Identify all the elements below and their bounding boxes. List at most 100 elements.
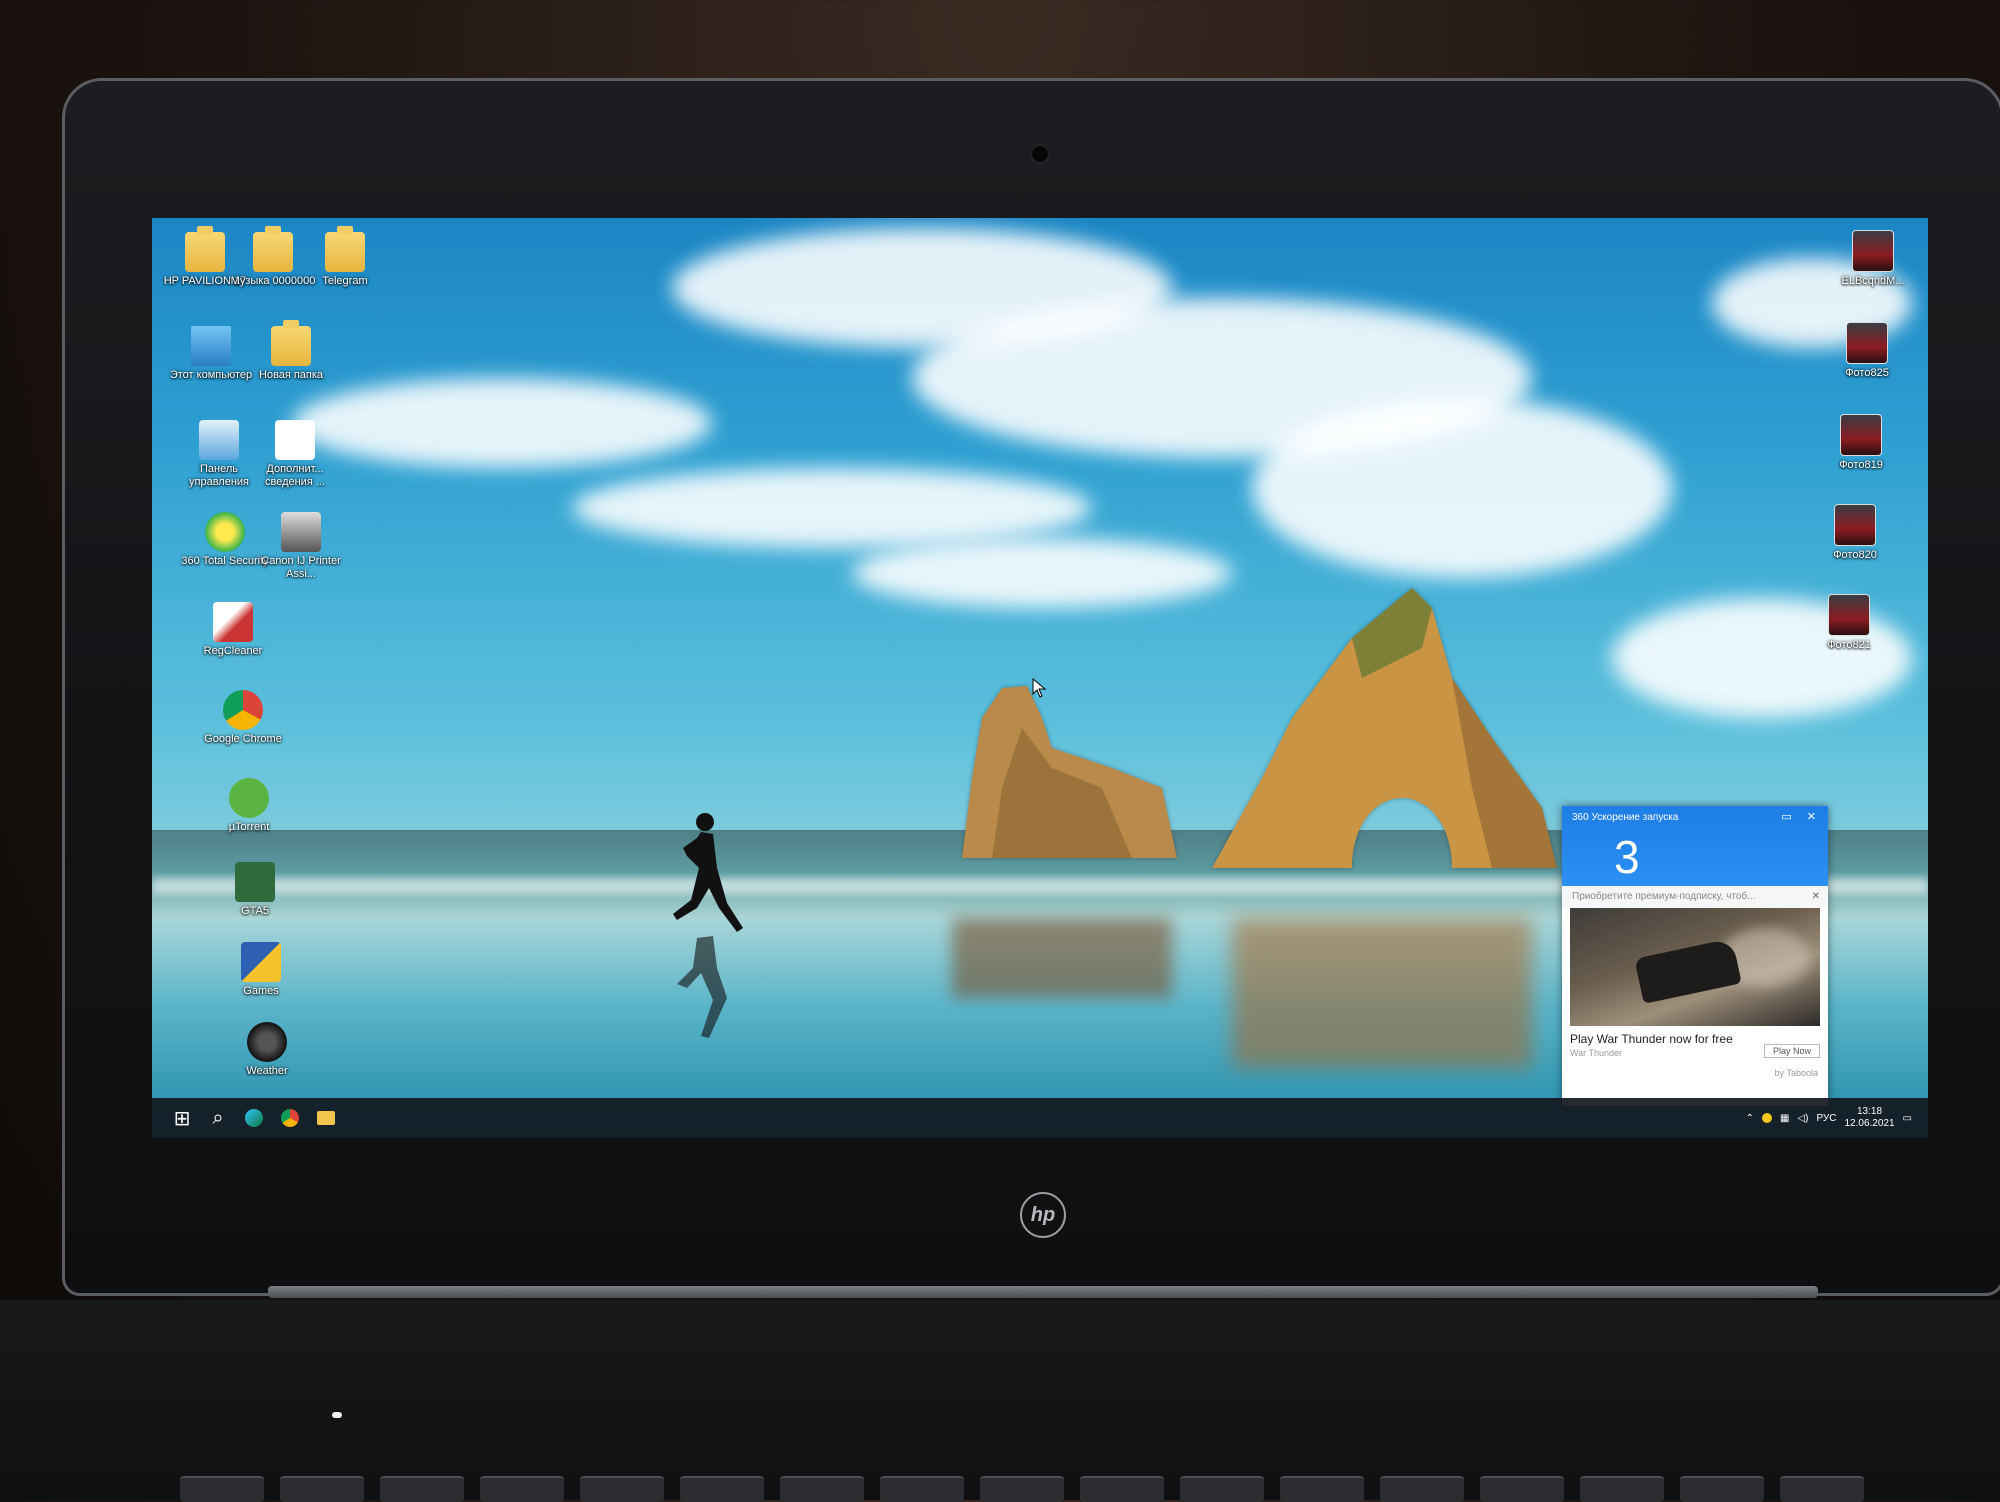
- keyboard-key: [280, 1476, 364, 1502]
- play-now-button[interactable]: Play Now: [1763, 1044, 1820, 1058]
- notification-popup[interactable]: 360 Ускорение запуска ▭ ✕ 3 Приобретите …: [1562, 806, 1828, 1106]
- games-icon: [241, 942, 281, 982]
- desktop-icon-label: µTorrent: [228, 821, 270, 833]
- desktop-icon-label: Дополнит... сведения ...: [264, 463, 326, 488]
- cloud: [852, 538, 1232, 608]
- clock-time: 13:18: [1857, 1106, 1883, 1117]
- weather-icon: [247, 1022, 287, 1062]
- rock-small: [962, 686, 1177, 858]
- utorrent-icon: [229, 778, 269, 818]
- desktop-icon-label: Google Chrome: [204, 733, 282, 745]
- keyboard-key: [380, 1476, 464, 1502]
- keyboard-key: [1780, 1476, 1864, 1502]
- folder-icon: [271, 320, 311, 366]
- ad-source: War Thunder Play Now: [1562, 1044, 1828, 1058]
- windows-start-icon[interactable]: ⊞: [164, 1098, 200, 1138]
- desktop-icon-gta5[interactable]: GTA5: [210, 862, 300, 918]
- popup-subtitle: Приобретите премиум-подписку, чтоб...: [1572, 891, 1756, 902]
- control-panel-icon: [199, 420, 239, 460]
- printer-tools-icon: [281, 512, 321, 552]
- image-file-icon: [1846, 322, 1888, 364]
- desktop-icon-label: Telegram: [322, 275, 368, 287]
- desktop-icon-games[interactable]: Games: [216, 942, 306, 998]
- keyboard-key: [580, 1476, 664, 1502]
- volume-icon[interactable]: ◁): [1797, 1113, 1808, 1124]
- desktop-icon-foto821[interactable]: Фото821: [1804, 594, 1894, 652]
- rock-reflection: [1232, 918, 1532, 1068]
- cloud: [292, 378, 712, 468]
- tray-app-icon[interactable]: [1761, 1113, 1772, 1123]
- desktop-screen: HP PAVILION 17 Музыка 0000000 Telegram Э…: [152, 218, 1928, 1138]
- language-indicator[interactable]: РУС: [1816, 1113, 1836, 1124]
- chrome-icon[interactable]: [272, 1098, 308, 1138]
- keyboard-key: [180, 1476, 264, 1502]
- keyboard-key: [980, 1476, 1064, 1502]
- cloud: [572, 468, 1092, 548]
- keyboard-key: [480, 1476, 564, 1502]
- keyboard-key: [1180, 1476, 1264, 1502]
- image-file-icon: [1828, 594, 1870, 636]
- folder-icon: [185, 226, 225, 272]
- shield-plus-icon: [205, 512, 245, 552]
- chrome-shortcut-icon: [275, 420, 315, 460]
- desktop-icon-label: Этот компьютер: [169, 369, 253, 381]
- desktop-icon-label: Новая папка: [258, 369, 324, 381]
- chrome-icon: [223, 690, 263, 730]
- desktop-icon-extra-info[interactable]: Дополнит... сведения ...: [250, 420, 340, 489]
- desktop-icon-utorrent[interactable]: µTorrent: [204, 778, 294, 834]
- desktop-icon-regcleaner[interactable]: RegCleaner: [188, 602, 278, 658]
- system-tray: ⌃ ▦ ◁) РУС 13:18 12.06.2021 ▭: [1746, 1106, 1928, 1130]
- desktop-icon-chrome[interactable]: Google Chrome: [198, 690, 288, 746]
- desktop-icon-canon[interactable]: Canon IJ Printer Assi...: [256, 512, 346, 581]
- runner-silhouette: [673, 813, 743, 1038]
- regcleaner-icon: [213, 602, 253, 642]
- keyboard-key: [680, 1476, 764, 1502]
- keyboard-key: [1080, 1476, 1164, 1502]
- close-icon[interactable]: ✕: [1812, 886, 1820, 908]
- ad-image[interactable]: [1570, 908, 1820, 1026]
- desktop-icon-new-folder[interactable]: Новая папка: [246, 320, 336, 382]
- desktop-icon-foto819[interactable]: Фото819: [1816, 414, 1906, 472]
- hp-logo: hp: [1020, 1192, 1066, 1238]
- keyboard-deck: [0, 1300, 2000, 1500]
- desktop-icon-foto825[interactable]: Фото825: [1822, 322, 1912, 380]
- cloud: [1252, 398, 1672, 578]
- desktop-icon-telegram[interactable]: Telegram: [300, 226, 390, 288]
- popup-header: 360 Ускорение запуска ▭ ✕ 3: [1562, 806, 1828, 886]
- folder-icon: [325, 226, 365, 272]
- popup-window-controls[interactable]: ▭ ✕: [1781, 810, 1822, 823]
- desktop-icon-label: Canon IJ Printer Assi...: [261, 555, 341, 580]
- desktop-icon-this-pc[interactable]: Этот компьютер: [166, 326, 256, 382]
- clock[interactable]: 13:18 12.06.2021: [1844, 1106, 1894, 1130]
- keyboard-key: [1480, 1476, 1564, 1502]
- rock-reflection: [952, 918, 1172, 998]
- image-file-icon: [1852, 230, 1894, 272]
- webcam-icon: [1030, 144, 1050, 164]
- chevron-up-icon[interactable]: ⌃: [1746, 1113, 1754, 1124]
- search-icon[interactable]: ⌕: [200, 1098, 236, 1138]
- desktop-icon-weather[interactable]: Weather: [222, 1022, 312, 1078]
- desktop-icon-label: Панель управления: [189, 463, 249, 488]
- mouse-cursor-icon: [1032, 678, 1046, 698]
- popup-count: 3: [1614, 831, 1640, 883]
- rock-arch: [1212, 588, 1557, 868]
- network-icon[interactable]: ▦: [1780, 1113, 1789, 1124]
- desktop-icon-label: RegCleaner: [203, 645, 263, 657]
- gta-icon: [235, 862, 275, 902]
- ad-provider: by Taboola: [1774, 1068, 1818, 1078]
- notifications-icon[interactable]: ▭: [1903, 1113, 1912, 1124]
- file-explorer-icon[interactable]: [308, 1098, 344, 1138]
- edge-icon[interactable]: [236, 1098, 272, 1138]
- desktop-icon-label: Фото820: [1833, 549, 1877, 561]
- clock-date: 12.06.2021: [1844, 1118, 1895, 1129]
- desktop-icon-label: Фото819: [1839, 459, 1883, 471]
- popup-subtitle-bar: Приобретите премиум-подписку, чтоб... ✕: [1562, 886, 1828, 908]
- desktop-icon-label: ELBcqndM...: [1841, 275, 1905, 287]
- folder-icon: [253, 226, 293, 272]
- desktop-icon-foto820[interactable]: Фото820: [1810, 504, 1900, 562]
- keyboard-key: [1580, 1476, 1664, 1502]
- keyboard-key: [880, 1476, 964, 1502]
- desktop-icon-elb[interactable]: ELBcqndM...: [1828, 230, 1918, 288]
- popup-title: 360 Ускорение запуска: [1572, 812, 1679, 823]
- power-led-icon: [332, 1412, 342, 1418]
